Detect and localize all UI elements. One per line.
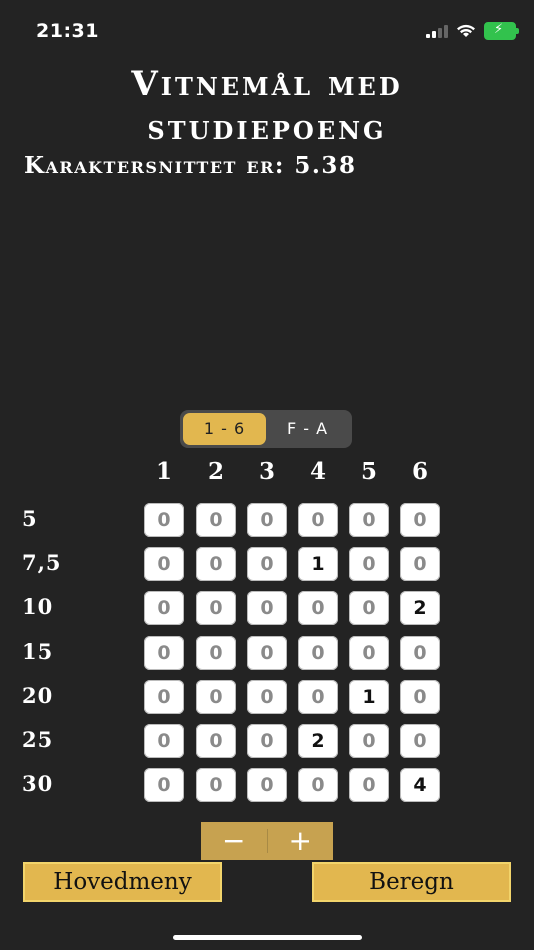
grade-count-field[interactable]: 2 <box>400 591 440 625</box>
status-time: 21:31 <box>36 20 99 42</box>
calculate-button[interactable]: Beregn <box>312 862 511 902</box>
grade-count-field[interactable]: 0 <box>196 724 236 758</box>
grade-count-field[interactable]: 0 <box>247 680 287 714</box>
row-label: 7,5 <box>22 550 62 575</box>
grade-count-field[interactable]: 0 <box>144 503 184 537</box>
grade-count-field[interactable]: 0 <box>247 591 287 625</box>
grade-count-field[interactable]: 0 <box>298 503 338 537</box>
column-header-6: 6 <box>411 458 428 485</box>
title-line-2: studiepoeng <box>147 108 387 148</box>
grade-count-field[interactable]: 0 <box>400 680 440 714</box>
segment-option-1-6[interactable]: 1 - 6 <box>183 413 266 445</box>
grade-count-field[interactable]: 0 <box>247 503 287 537</box>
grade-count-field[interactable]: 0 <box>144 547 184 581</box>
grade-count-field[interactable]: 0 <box>196 680 236 714</box>
grade-count-field[interactable]: 0 <box>400 503 440 537</box>
row-label: 25 <box>22 727 54 752</box>
status-bar: 21:31 ⚡ <box>0 0 534 60</box>
grade-count-field[interactable]: 0 <box>144 768 184 802</box>
grade-count-field[interactable]: 0 <box>349 636 389 670</box>
grade-count-field[interactable]: 0 <box>349 547 389 581</box>
grade-count-field[interactable]: 0 <box>144 724 184 758</box>
increment-button[interactable]: + <box>268 822 334 860</box>
average-label: Karaktersnittet er: 5.38 <box>24 152 357 179</box>
column-header-4: 4 <box>309 458 326 485</box>
grade-count-field[interactable]: 0 <box>349 503 389 537</box>
grade-count-field[interactable]: 0 <box>247 724 287 758</box>
grade-count-field[interactable]: 0 <box>400 547 440 581</box>
wifi-icon <box>457 24 475 37</box>
title-line-1: Vitnemål med <box>131 64 403 104</box>
grade-count-field[interactable]: 4 <box>400 768 440 802</box>
status-icons: ⚡ <box>426 22 519 40</box>
grade-count-field[interactable]: 0 <box>247 636 287 670</box>
grade-count-field[interactable]: 0 <box>349 591 389 625</box>
page-title: Vitnemål med studiepoeng <box>0 62 534 150</box>
grade-count-field[interactable]: 1 <box>349 680 389 714</box>
grade-count-field[interactable]: 0 <box>349 768 389 802</box>
main-menu-button[interactable]: Hovedmeny <box>23 862 222 902</box>
grade-scale-segmented-control[interactable]: 1 - 6 F - A <box>180 410 352 448</box>
grade-count-field[interactable]: 0 <box>144 636 184 670</box>
grade-count-field[interactable]: 0 <box>196 768 236 802</box>
grade-count-field[interactable]: 0 <box>298 768 338 802</box>
grade-count-field[interactable]: 0 <box>298 680 338 714</box>
row-label: 10 <box>22 594 54 619</box>
column-header-5: 5 <box>360 458 377 485</box>
grade-count-field[interactable]: 0 <box>196 636 236 670</box>
grade-count-field[interactable]: 1 <box>298 547 338 581</box>
row-label: 30 <box>22 771 54 796</box>
home-indicator <box>173 935 362 940</box>
grade-count-field[interactable]: 0 <box>196 591 236 625</box>
decrement-button[interactable]: − <box>201 822 267 860</box>
grade-count-field[interactable]: 2 <box>298 724 338 758</box>
column-header-3: 3 <box>258 458 275 485</box>
segment-option-f-a[interactable]: F - A <box>266 413 349 445</box>
signal-icon <box>426 24 448 38</box>
column-header-2: 2 <box>207 458 224 485</box>
row-label: 20 <box>22 683 54 708</box>
grade-count-field[interactable]: 0 <box>196 547 236 581</box>
grade-count-field[interactable]: 0 <box>349 724 389 758</box>
stepper[interactable]: − + <box>201 822 333 860</box>
grade-count-field[interactable]: 0 <box>400 636 440 670</box>
battery-icon: ⚡ <box>484 22 519 40</box>
grade-count-field[interactable]: 0 <box>196 503 236 537</box>
grade-count-field[interactable]: 0 <box>298 636 338 670</box>
grade-count-field[interactable]: 0 <box>400 724 440 758</box>
column-header-1: 1 <box>155 458 172 485</box>
grade-count-field[interactable]: 0 <box>247 547 287 581</box>
row-label: 5 <box>22 506 38 531</box>
row-label: 15 <box>22 639 54 664</box>
grade-count-field[interactable]: 0 <box>247 768 287 802</box>
grade-count-field[interactable]: 0 <box>144 591 184 625</box>
grade-count-field[interactable]: 0 <box>298 591 338 625</box>
grade-count-field[interactable]: 0 <box>144 680 184 714</box>
